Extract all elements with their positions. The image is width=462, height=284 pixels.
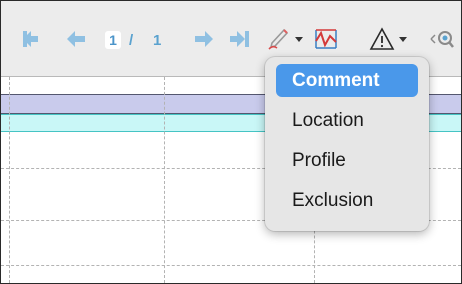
page-total: 1 bbox=[153, 32, 162, 49]
previous-page-icon[interactable] bbox=[65, 27, 89, 51]
menu-item-label: Profile bbox=[292, 150, 346, 171]
warning-icon[interactable] bbox=[369, 27, 395, 51]
annotation-type-menu: Comment Location Profile Exclusion bbox=[265, 57, 429, 231]
menu-item-profile[interactable]: Profile bbox=[276, 144, 418, 177]
menu-item-label: Location bbox=[292, 110, 364, 131]
page-separator: / bbox=[129, 32, 134, 49]
chart-icon[interactable] bbox=[313, 27, 339, 51]
first-page-icon[interactable] bbox=[21, 27, 45, 51]
menu-item-comment[interactable]: Comment bbox=[276, 64, 418, 97]
app-window: 1 / 1 Comment Location Profile Exclusion bbox=[0, 0, 462, 284]
annotation-pen-icon[interactable] bbox=[267, 27, 295, 51]
menu-item-location[interactable]: Location bbox=[276, 104, 418, 137]
grid-divider bbox=[164, 77, 165, 283]
next-page-icon[interactable] bbox=[191, 27, 215, 51]
grid-divider bbox=[9, 77, 10, 283]
current-page-field[interactable]: 1 bbox=[105, 31, 121, 49]
menu-item-label: Exclusion bbox=[292, 190, 374, 211]
menu-item-exclusion[interactable]: Exclusion bbox=[276, 184, 418, 217]
menu-item-label: Comment bbox=[292, 70, 380, 91]
grid-divider bbox=[1, 265, 461, 266]
last-page-icon[interactable] bbox=[227, 27, 251, 51]
chevron-down-icon[interactable] bbox=[295, 37, 303, 43]
zoom-icon[interactable] bbox=[429, 27, 461, 51]
chevron-down-icon[interactable] bbox=[399, 37, 407, 43]
